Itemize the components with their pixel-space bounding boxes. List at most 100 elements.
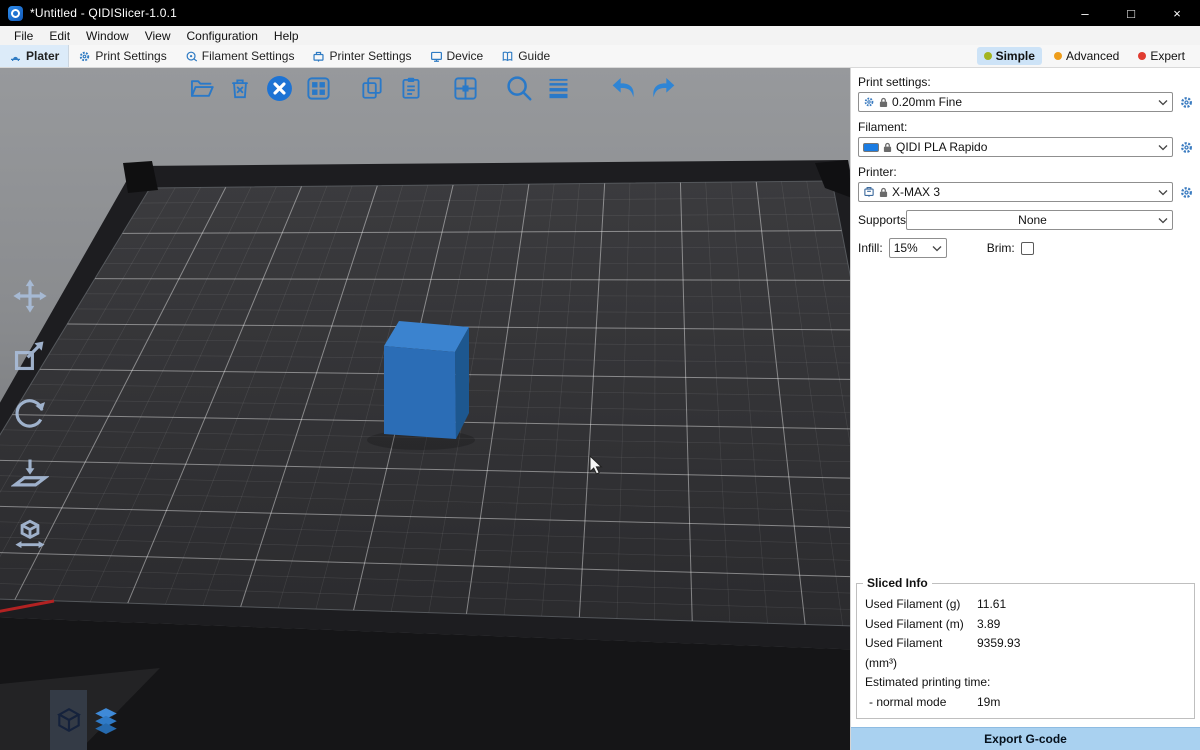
move-icon: [11, 277, 49, 315]
printer-combo[interactable]: X-MAX 3: [858, 182, 1173, 202]
layer-height-icon: [545, 75, 572, 102]
sliced-info-title: Sliced Info: [863, 576, 932, 590]
advanced-mode-dot-icon: [1054, 52, 1062, 60]
title-bar: *Untitled - QIDISlicer-1.0.1 – □ ×: [0, 0, 1200, 26]
gear-icon: [1179, 95, 1194, 110]
chevron-down-icon: [1158, 217, 1168, 224]
open-file-button[interactable]: [184, 71, 218, 105]
print-settings-gear-button[interactable]: [1177, 95, 1195, 110]
printer-icon: [312, 50, 325, 63]
mode-advanced-label: Advanced: [1066, 49, 1119, 63]
tab-print-settings[interactable]: Print Settings: [69, 45, 175, 67]
scale-tool-button[interactable]: [8, 333, 52, 377]
redo-arrow-icon: [647, 72, 679, 104]
supports-value: None: [911, 213, 1154, 227]
simple-mode-dot-icon: [984, 52, 992, 60]
filament-gear-button[interactable]: [1177, 140, 1195, 155]
view-mode-toggle: [50, 690, 124, 750]
place-on-face-tool-button[interactable]: [8, 451, 52, 495]
model-cube[interactable]: [384, 321, 469, 439]
copy-button[interactable]: [355, 71, 389, 105]
editor-view-button[interactable]: [50, 690, 87, 750]
sliced-info-row: Used Filament (g) 11.61: [865, 595, 1186, 615]
menu-help[interactable]: Help: [266, 29, 307, 43]
app-window: *Untitled - QIDISlicer-1.0.1 – □ × File …: [0, 0, 1200, 750]
gear-icon: [1179, 185, 1194, 200]
menu-configuration[interactable]: Configuration: [179, 29, 266, 43]
scale-icon: [11, 336, 49, 374]
tab-filament-settings[interactable]: Filament Settings: [176, 45, 304, 67]
measure-tool-button[interactable]: [8, 510, 52, 554]
lock-icon: [879, 187, 888, 198]
filament-icon: [185, 50, 198, 63]
move-tool-button[interactable]: [8, 274, 52, 318]
plater-toolbar: [184, 71, 685, 105]
tab-plater-label: Plater: [26, 49, 59, 63]
tab-plater[interactable]: Plater: [0, 45, 69, 67]
split-objects-button[interactable]: [448, 71, 482, 105]
print-settings-label: Print settings:: [858, 75, 1200, 89]
menu-bar: File Edit Window View Configuration Help: [0, 26, 1200, 45]
tab-print-settings-label: Print Settings: [95, 49, 166, 63]
redo-button[interactable]: [646, 71, 680, 105]
guide-book-icon: [501, 50, 514, 63]
undo-button[interactable]: [607, 71, 641, 105]
maximize-button[interactable]: □: [1108, 0, 1154, 26]
tab-device-label: Device: [447, 49, 484, 63]
sliced-info-row: Estimated printing time:: [865, 673, 1186, 693]
menu-edit[interactable]: Edit: [41, 29, 78, 43]
sliced-info-panel: Sliced Info Used Filament (g) 11.61 Used…: [856, 583, 1195, 719]
printer-value: X-MAX 3: [892, 185, 1154, 199]
viewport-3d-scene[interactable]: [0, 68, 850, 750]
print-settings-value: 0.20mm Fine: [892, 95, 1154, 109]
rotate-icon: [11, 395, 49, 433]
lock-icon: [883, 142, 892, 153]
menu-view[interactable]: View: [137, 29, 179, 43]
filament-combo[interactable]: QIDI PLA Rapido: [858, 137, 1173, 157]
mode-simple[interactable]: Simple: [977, 47, 1042, 65]
app-logo-icon: [8, 6, 23, 21]
plater-icon: [9, 50, 22, 63]
undo-arrow-icon: [608, 72, 640, 104]
paste-button[interactable]: [394, 71, 428, 105]
tab-device[interactable]: Device: [421, 45, 493, 67]
mode-expert[interactable]: Expert: [1131, 47, 1192, 65]
tab-guide[interactable]: Guide: [492, 45, 559, 67]
delete-all-button[interactable]: [262, 71, 296, 105]
menu-file[interactable]: File: [6, 29, 41, 43]
delete-all-icon: [265, 74, 294, 103]
device-monitor-icon: [430, 50, 443, 63]
variable-layer-height-button[interactable]: [541, 71, 575, 105]
settings-sidebar: Print settings: 0.20mm Fine Filament: QI…: [850, 68, 1200, 750]
menu-window[interactable]: Window: [78, 29, 137, 43]
measure-icon: [11, 513, 49, 551]
infill-combo[interactable]: 15%: [889, 238, 947, 258]
sliced-info-row: Used Filament (mm³) 9359.93: [865, 634, 1186, 673]
printer-icon: [863, 186, 875, 198]
print-settings-combo[interactable]: 0.20mm Fine: [858, 92, 1173, 112]
arrange-button[interactable]: [301, 71, 335, 105]
mode-advanced[interactable]: Advanced: [1047, 47, 1126, 65]
filament-label: Filament:: [858, 120, 1200, 134]
copy-icon: [359, 75, 385, 101]
window-title: *Untitled - QIDISlicer-1.0.1: [30, 6, 177, 20]
mode-simple-label: Simple: [996, 49, 1035, 63]
tab-printer-settings[interactable]: Printer Settings: [303, 45, 420, 67]
lock-icon: [879, 97, 888, 108]
supports-combo[interactable]: None: [906, 210, 1173, 230]
printer-gear-button[interactable]: [1177, 185, 1195, 200]
search-button[interactable]: [502, 71, 536, 105]
delete-button[interactable]: [223, 71, 257, 105]
editor-cube-icon: [55, 706, 83, 734]
preview-view-button[interactable]: [87, 690, 124, 750]
filament-value: QIDI PLA Rapido: [896, 140, 1154, 154]
brim-checkbox[interactable]: [1021, 242, 1034, 255]
tab-filament-settings-label: Filament Settings: [202, 49, 295, 63]
export-gcode-button[interactable]: Export G-code: [851, 727, 1200, 750]
viewport-3d[interactable]: [0, 68, 850, 750]
rotate-tool-button[interactable]: [8, 392, 52, 436]
minimize-button[interactable]: –: [1062, 0, 1108, 26]
expert-mode-dot-icon: [1138, 52, 1146, 60]
printer-label: Printer:: [858, 165, 1200, 179]
close-button[interactable]: ×: [1154, 0, 1200, 26]
